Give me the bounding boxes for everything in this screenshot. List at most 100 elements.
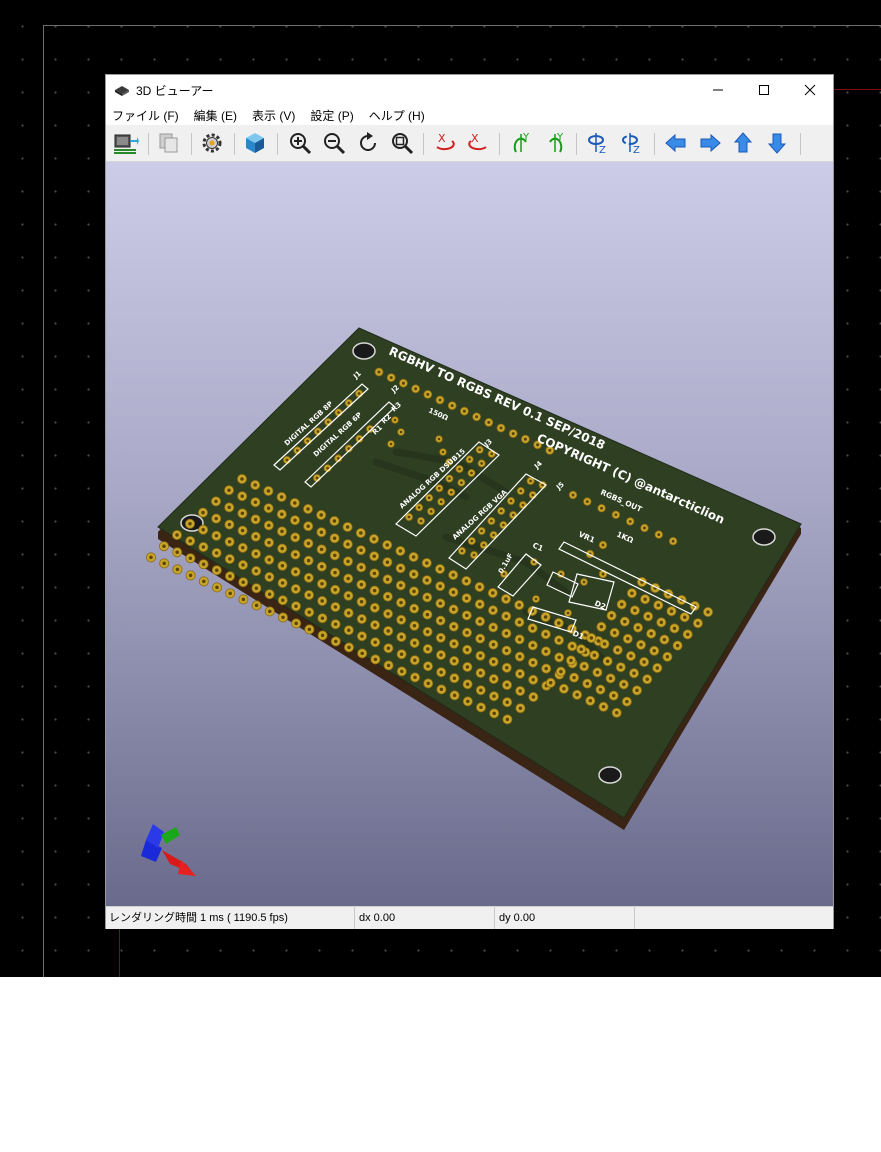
pad-hole	[490, 452, 494, 456]
pad-hole	[511, 432, 515, 436]
rotate-y-cw-button[interactable]: Y	[508, 130, 534, 156]
zoom-in-button[interactable]	[287, 130, 313, 156]
dx-status: dx 0.00	[356, 907, 495, 929]
pad-hole	[149, 555, 153, 560]
pad-hole	[266, 489, 271, 493]
pad-hole	[385, 560, 390, 564]
reload-board-icon	[114, 134, 139, 154]
pad-hole	[656, 603, 661, 607]
pad-hole	[188, 522, 192, 526]
pad-hole	[557, 621, 561, 625]
pad-hole	[465, 665, 470, 669]
move-up-button[interactable]	[730, 130, 756, 156]
rotate-x-ccw-button[interactable]: X	[465, 130, 491, 156]
pad-hole	[543, 615, 548, 619]
pad-hole	[611, 693, 616, 698]
minimize-button[interactable]	[695, 75, 741, 105]
3d-viewport[interactable]: RGBHV TO RGBS REV 0.1 SEP/2018 COPYRIGHT…	[106, 162, 833, 906]
menu-file[interactable]: ファイル (F)	[106, 107, 185, 124]
toggle-3d-view-button[interactable]	[242, 130, 268, 156]
redraw-icon	[360, 132, 376, 151]
pad-hole	[562, 687, 566, 691]
menu-preferences[interactable]: 設定 (P)	[304, 107, 359, 124]
redraw-button[interactable]	[355, 130, 381, 156]
pad-hole	[531, 493, 535, 497]
menu-help[interactable]: ヘルプ (H)	[363, 107, 431, 124]
settings-button[interactable]	[199, 130, 225, 156]
pad-hole	[319, 530, 324, 534]
pad-hole	[439, 653, 443, 657]
pad-hole	[346, 576, 350, 581]
pad-hole	[412, 572, 416, 576]
chip-app-icon	[115, 86, 129, 96]
pad-hole	[254, 603, 259, 608]
pad-hole	[480, 529, 483, 533]
pad-hole	[411, 555, 416, 559]
svg-text:Z: Z	[599, 145, 606, 156]
pad-hole	[635, 688, 639, 693]
pad-hole	[285, 458, 289, 462]
close-button[interactable]	[787, 75, 833, 105]
pad-hole	[585, 500, 589, 504]
pad-hole	[544, 666, 548, 671]
rotate-x-cw-icon: X	[436, 132, 455, 151]
pad-hole	[548, 681, 553, 685]
maximize-button[interactable]	[741, 75, 787, 105]
rotate-y-ccw-icon: Y	[549, 132, 564, 153]
pad-hole	[333, 605, 338, 609]
pad-hole	[254, 534, 258, 539]
window-title: 3D ビューアー	[136, 83, 214, 98]
pad-hole	[201, 528, 205, 532]
move-down-button[interactable]	[764, 130, 790, 156]
title-bar[interactable]: 3D ビューアー	[106, 75, 833, 105]
rotate-x-cw-button[interactable]: X	[432, 130, 458, 156]
zoom-out-button[interactable]	[321, 130, 347, 156]
move-left-button[interactable]	[663, 130, 689, 156]
menu-edit[interactable]: 編集 (E)	[188, 107, 243, 124]
rotate-z-ccw-button[interactable]: Z	[619, 130, 645, 156]
rotate-y-ccw-button[interactable]: Y	[542, 130, 568, 156]
pad-hole	[307, 610, 311, 614]
pad-hole	[162, 544, 166, 548]
pad-hole	[267, 540, 271, 545]
pad-hole	[359, 548, 363, 552]
pad-hole	[659, 620, 664, 625]
pad-hole	[531, 660, 535, 665]
pad-hole	[491, 642, 496, 647]
svg-text:Z: Z	[633, 145, 640, 156]
pad-hole	[572, 675, 576, 680]
pad-hole	[438, 601, 443, 606]
pad-hole	[293, 570, 298, 574]
pad-hole	[241, 580, 245, 584]
pad-hole	[448, 477, 451, 480]
pad-hole	[452, 624, 456, 629]
pad-hole	[266, 506, 271, 510]
reload-board-button[interactable]	[113, 130, 139, 156]
svg-text:X: X	[471, 132, 479, 145]
pad-hole	[685, 632, 690, 637]
pad-hole	[499, 509, 503, 513]
pad-hole	[655, 666, 660, 670]
pad-hole	[452, 676, 457, 680]
pad-hole	[451, 607, 456, 612]
pad-hole	[227, 522, 232, 527]
pad-hole	[293, 501, 297, 505]
pad-hole	[188, 573, 193, 578]
pad-hole	[504, 597, 508, 601]
pad-hole	[662, 637, 667, 642]
copy-image-icon	[159, 133, 178, 153]
zoom-fit-button[interactable]	[389, 130, 415, 156]
pad-hole	[315, 476, 319, 480]
pad-hole	[460, 549, 464, 553]
pad-hole	[332, 536, 337, 540]
pad-hole	[596, 639, 601, 643]
rotate-z-cw-button[interactable]: Z	[585, 130, 611, 156]
pad-hole	[632, 671, 636, 675]
move-right-button[interactable]	[697, 130, 723, 156]
pad-hole	[372, 554, 376, 558]
pad-hole	[425, 612, 430, 617]
menu-view[interactable]: 表示 (V)	[246, 107, 301, 124]
copy-image-button[interactable]	[156, 130, 182, 156]
pad-hole	[241, 563, 245, 567]
pad-hole	[240, 477, 244, 481]
